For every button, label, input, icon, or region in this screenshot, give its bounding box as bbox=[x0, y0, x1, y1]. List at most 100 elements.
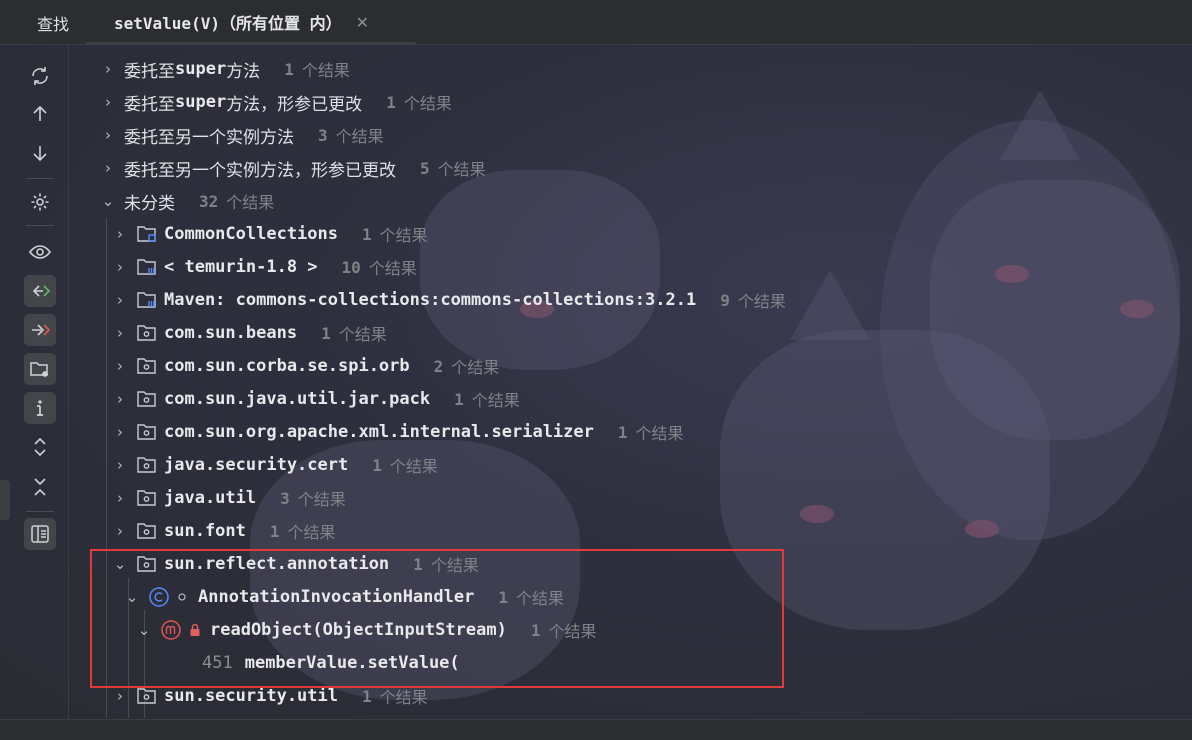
chevron-right-icon[interactable]: › bbox=[100, 93, 116, 111]
gear-icon[interactable] bbox=[24, 186, 56, 218]
refresh-icon[interactable] bbox=[24, 60, 56, 92]
row-label: com.sun.corba.se.spi.orb bbox=[164, 356, 410, 376]
tree-row-delegate-super[interactable]: › 委托至 super 方法 1 个结果 bbox=[100, 54, 350, 84]
result-count: 1 bbox=[617, 422, 628, 442]
chevron-right-icon[interactable]: › bbox=[112, 423, 128, 441]
tree-row-uncategorized[interactable]: ⌄ 未分类 32 个结果 bbox=[100, 186, 275, 216]
result-count: 1 bbox=[454, 389, 464, 409]
result-count: 32 bbox=[199, 191, 219, 211]
preview-icon[interactable] bbox=[24, 518, 56, 550]
tree-row-package[interactable]: › com.sun.beans 1 个结果 bbox=[112, 318, 387, 348]
package-icon bbox=[136, 421, 158, 443]
chevron-right-icon[interactable]: › bbox=[112, 357, 128, 375]
chevron-right-icon[interactable]: › bbox=[100, 159, 116, 177]
result-count-label: 个结果 bbox=[301, 61, 350, 80]
module-folder-icon bbox=[136, 223, 158, 245]
tree-row-module[interactable]: › CommonCollections 1 个结果 bbox=[112, 219, 428, 249]
eye-icon[interactable] bbox=[24, 236, 56, 268]
result-count: 1 bbox=[284, 59, 294, 79]
tree-row-package[interactable]: › com.sun.java.util.jar.pack 1 个结果 bbox=[112, 384, 520, 414]
result-count: 2 bbox=[433, 356, 444, 376]
library-folder-icon bbox=[136, 289, 158, 311]
write-access-icon[interactable] bbox=[24, 314, 56, 346]
chevron-right-icon[interactable]: › bbox=[112, 291, 128, 309]
expand-all-icon[interactable] bbox=[24, 431, 56, 463]
result-count-label: 个结果 bbox=[451, 358, 500, 377]
chevron-right-icon[interactable]: › bbox=[112, 489, 128, 507]
tab-setvalue-usages[interactable]: setValue(V)（所有位置 内） ✕ bbox=[100, 0, 385, 44]
find-toolbar bbox=[0, 44, 69, 719]
package-icon bbox=[136, 487, 158, 509]
result-count-label: 个结果 bbox=[379, 226, 428, 245]
package-icon bbox=[136, 454, 158, 476]
result-count: 3 bbox=[280, 488, 290, 508]
tab-bar: 查找 setValue(V)（所有位置 内） ✕ bbox=[0, 0, 1192, 45]
package-icon bbox=[136, 520, 158, 542]
row-label: sun.security.util bbox=[164, 686, 338, 706]
chevron-right-icon[interactable]: › bbox=[100, 60, 116, 78]
tree-row-package[interactable]: › com.sun.corba.se.spi.orb 2 个结果 bbox=[112, 351, 499, 381]
toolbar-divider bbox=[26, 511, 54, 512]
row-label: CommonCollections bbox=[164, 224, 338, 244]
row-label: 委托至另一个实例方法 bbox=[124, 127, 294, 148]
row-label: < temurin-1.8 > bbox=[164, 257, 318, 277]
result-count: 1 bbox=[372, 455, 382, 475]
result-count-label: 个结果 bbox=[226, 193, 275, 212]
chevron-right-icon[interactable]: › bbox=[112, 687, 128, 705]
toolbar-divider bbox=[26, 225, 54, 226]
chevron-right-icon[interactable]: › bbox=[112, 258, 128, 276]
result-count: 1 bbox=[321, 323, 331, 343]
row-label: com.sun.org.apache.xml.internal.serializ… bbox=[164, 422, 594, 442]
info-icon[interactable] bbox=[24, 392, 56, 424]
result-count: 5 bbox=[420, 158, 430, 178]
tree-row-delegate-super-changed[interactable]: › 委托至 super 方法，形参已更改 1 个结果 bbox=[100, 87, 452, 117]
chevron-right-icon[interactable]: › bbox=[112, 390, 128, 408]
tree-row-package[interactable]: › sun.font 1 个结果 bbox=[112, 516, 336, 546]
result-count: 1 bbox=[386, 92, 396, 112]
result-count-label: 个结果 bbox=[471, 391, 520, 410]
close-icon[interactable]: ✕ bbox=[356, 13, 369, 32]
row-label-suffix: 方法，形参已更改 bbox=[226, 94, 363, 115]
folder-settings-icon[interactable] bbox=[24, 353, 56, 385]
result-count: 10 bbox=[341, 257, 361, 277]
chevron-right-icon[interactable]: › bbox=[112, 522, 128, 540]
status-bar bbox=[0, 719, 1192, 740]
tree-row-delegate-instance-changed[interactable]: › 委托至另一个实例方法，形参已更改 5 个结果 bbox=[100, 153, 486, 183]
active-tab-indicator bbox=[86, 42, 416, 45]
row-label: Maven: commons-collections:commons-colle… bbox=[164, 290, 697, 310]
result-count-label: 个结果 bbox=[335, 127, 384, 146]
library-folder-icon bbox=[136, 256, 158, 278]
row-label: 委托至 bbox=[124, 61, 175, 82]
tree-row-library[interactable]: › Maven: commons-collections:commons-col… bbox=[112, 285, 786, 315]
tree-row-delegate-instance[interactable]: › 委托至另一个实例方法 3 个结果 bbox=[100, 120, 384, 150]
chevron-right-icon[interactable]: › bbox=[100, 126, 116, 144]
chevron-right-icon[interactable]: › bbox=[112, 324, 128, 342]
arrow-up-icon[interactable] bbox=[24, 98, 56, 130]
tree-row-package[interactable]: › java.security.cert 1 个结果 bbox=[112, 450, 438, 480]
annotation-highlight-box bbox=[90, 549, 784, 688]
package-icon bbox=[136, 388, 158, 410]
row-label: java.security.cert bbox=[164, 455, 349, 475]
row-label-keyword: super bbox=[175, 92, 227, 112]
row-label: sun.font bbox=[164, 521, 246, 541]
arrow-down-icon[interactable] bbox=[24, 137, 56, 169]
tree-row-package[interactable]: › com.sun.org.apache.xml.internal.serial… bbox=[112, 417, 684, 447]
tree-row-package[interactable]: › java.util 3 个结果 bbox=[112, 483, 346, 513]
chevron-right-icon[interactable]: › bbox=[112, 456, 128, 474]
tree-row-library[interactable]: › < temurin-1.8 > 10 个结果 bbox=[112, 252, 417, 282]
row-label: 委托至另一个实例方法，形参已更改 bbox=[124, 160, 396, 181]
toolbar-divider bbox=[26, 178, 54, 179]
chevron-right-icon[interactable]: › bbox=[112, 225, 128, 243]
read-access-icon[interactable] bbox=[24, 275, 56, 307]
find-tool-title: 查找 bbox=[37, 15, 70, 34]
result-count-label: 个结果 bbox=[389, 457, 438, 476]
result-count-label: 个结果 bbox=[338, 325, 387, 344]
result-count: 9 bbox=[720, 290, 730, 310]
chevron-down-icon[interactable]: ⌄ bbox=[100, 192, 116, 210]
package-icon bbox=[136, 322, 158, 344]
result-count-label: 个结果 bbox=[403, 94, 452, 113]
row-label-keyword: super bbox=[175, 59, 227, 79]
collapse-all-icon[interactable] bbox=[24, 471, 56, 503]
row-label-suffix: 方法 bbox=[226, 61, 261, 82]
result-count-label: 个结果 bbox=[635, 424, 684, 443]
